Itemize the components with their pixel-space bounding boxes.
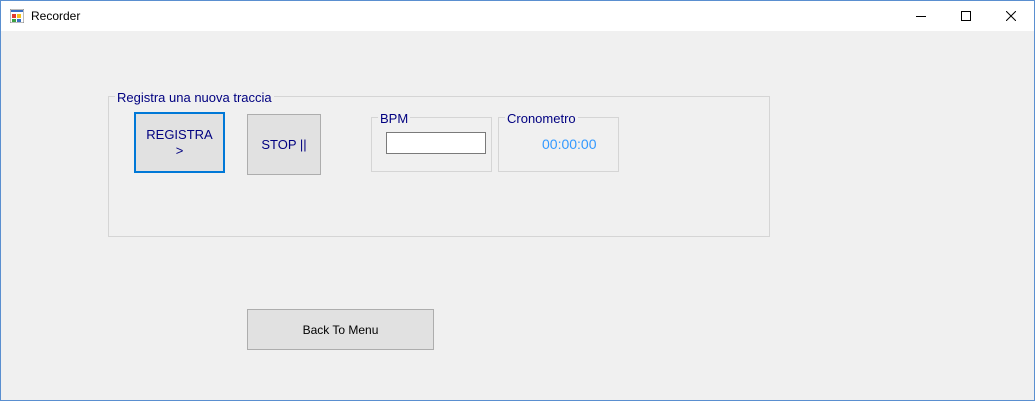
maximize-button[interactable] <box>943 1 988 31</box>
close-button[interactable] <box>988 1 1033 31</box>
recorder-window: Recorder Registra una nuova traccia REGI… <box>0 0 1035 401</box>
bpm-label: BPM <box>378 111 411 126</box>
stop-button[interactable]: STOP || <box>247 114 321 175</box>
bpm-input[interactable] <box>386 132 486 154</box>
maximize-icon <box>960 11 971 21</box>
new-track-group-label: Registra una nuova traccia <box>115 90 274 105</box>
windows-form-icon <box>10 9 24 23</box>
registra-button[interactable]: REGISTRA > <box>134 112 225 173</box>
minimize-button[interactable] <box>898 1 943 31</box>
cronometro-value: 00:00:00 <box>542 136 597 152</box>
window-title: Recorder <box>31 9 81 23</box>
minimize-icon <box>915 16 926 17</box>
cronometro-label: Cronometro <box>505 111 578 126</box>
title-bar[interactable]: Recorder <box>1 1 1034 31</box>
back-to-menu-button[interactable]: Back To Menu <box>247 309 434 350</box>
close-icon <box>1005 11 1016 21</box>
